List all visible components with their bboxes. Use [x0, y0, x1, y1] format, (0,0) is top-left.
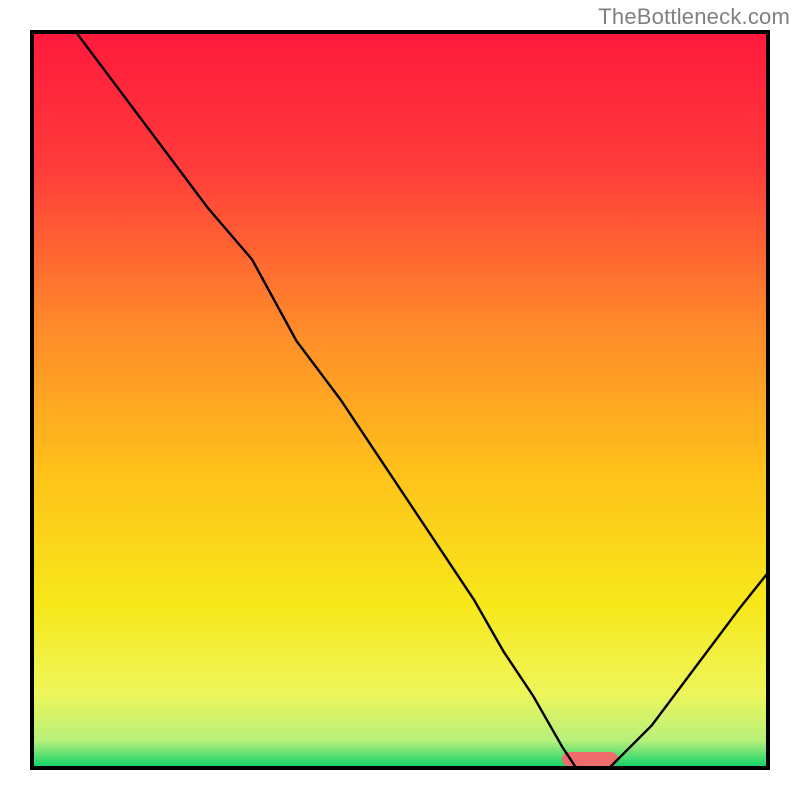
plot-area — [30, 30, 770, 770]
chart-container: TheBottleneck.com — [0, 0, 800, 800]
curve-svg — [30, 30, 770, 770]
watermark-text: TheBottleneck.com — [598, 4, 790, 30]
bottleneck-curve-path — [74, 30, 770, 770]
